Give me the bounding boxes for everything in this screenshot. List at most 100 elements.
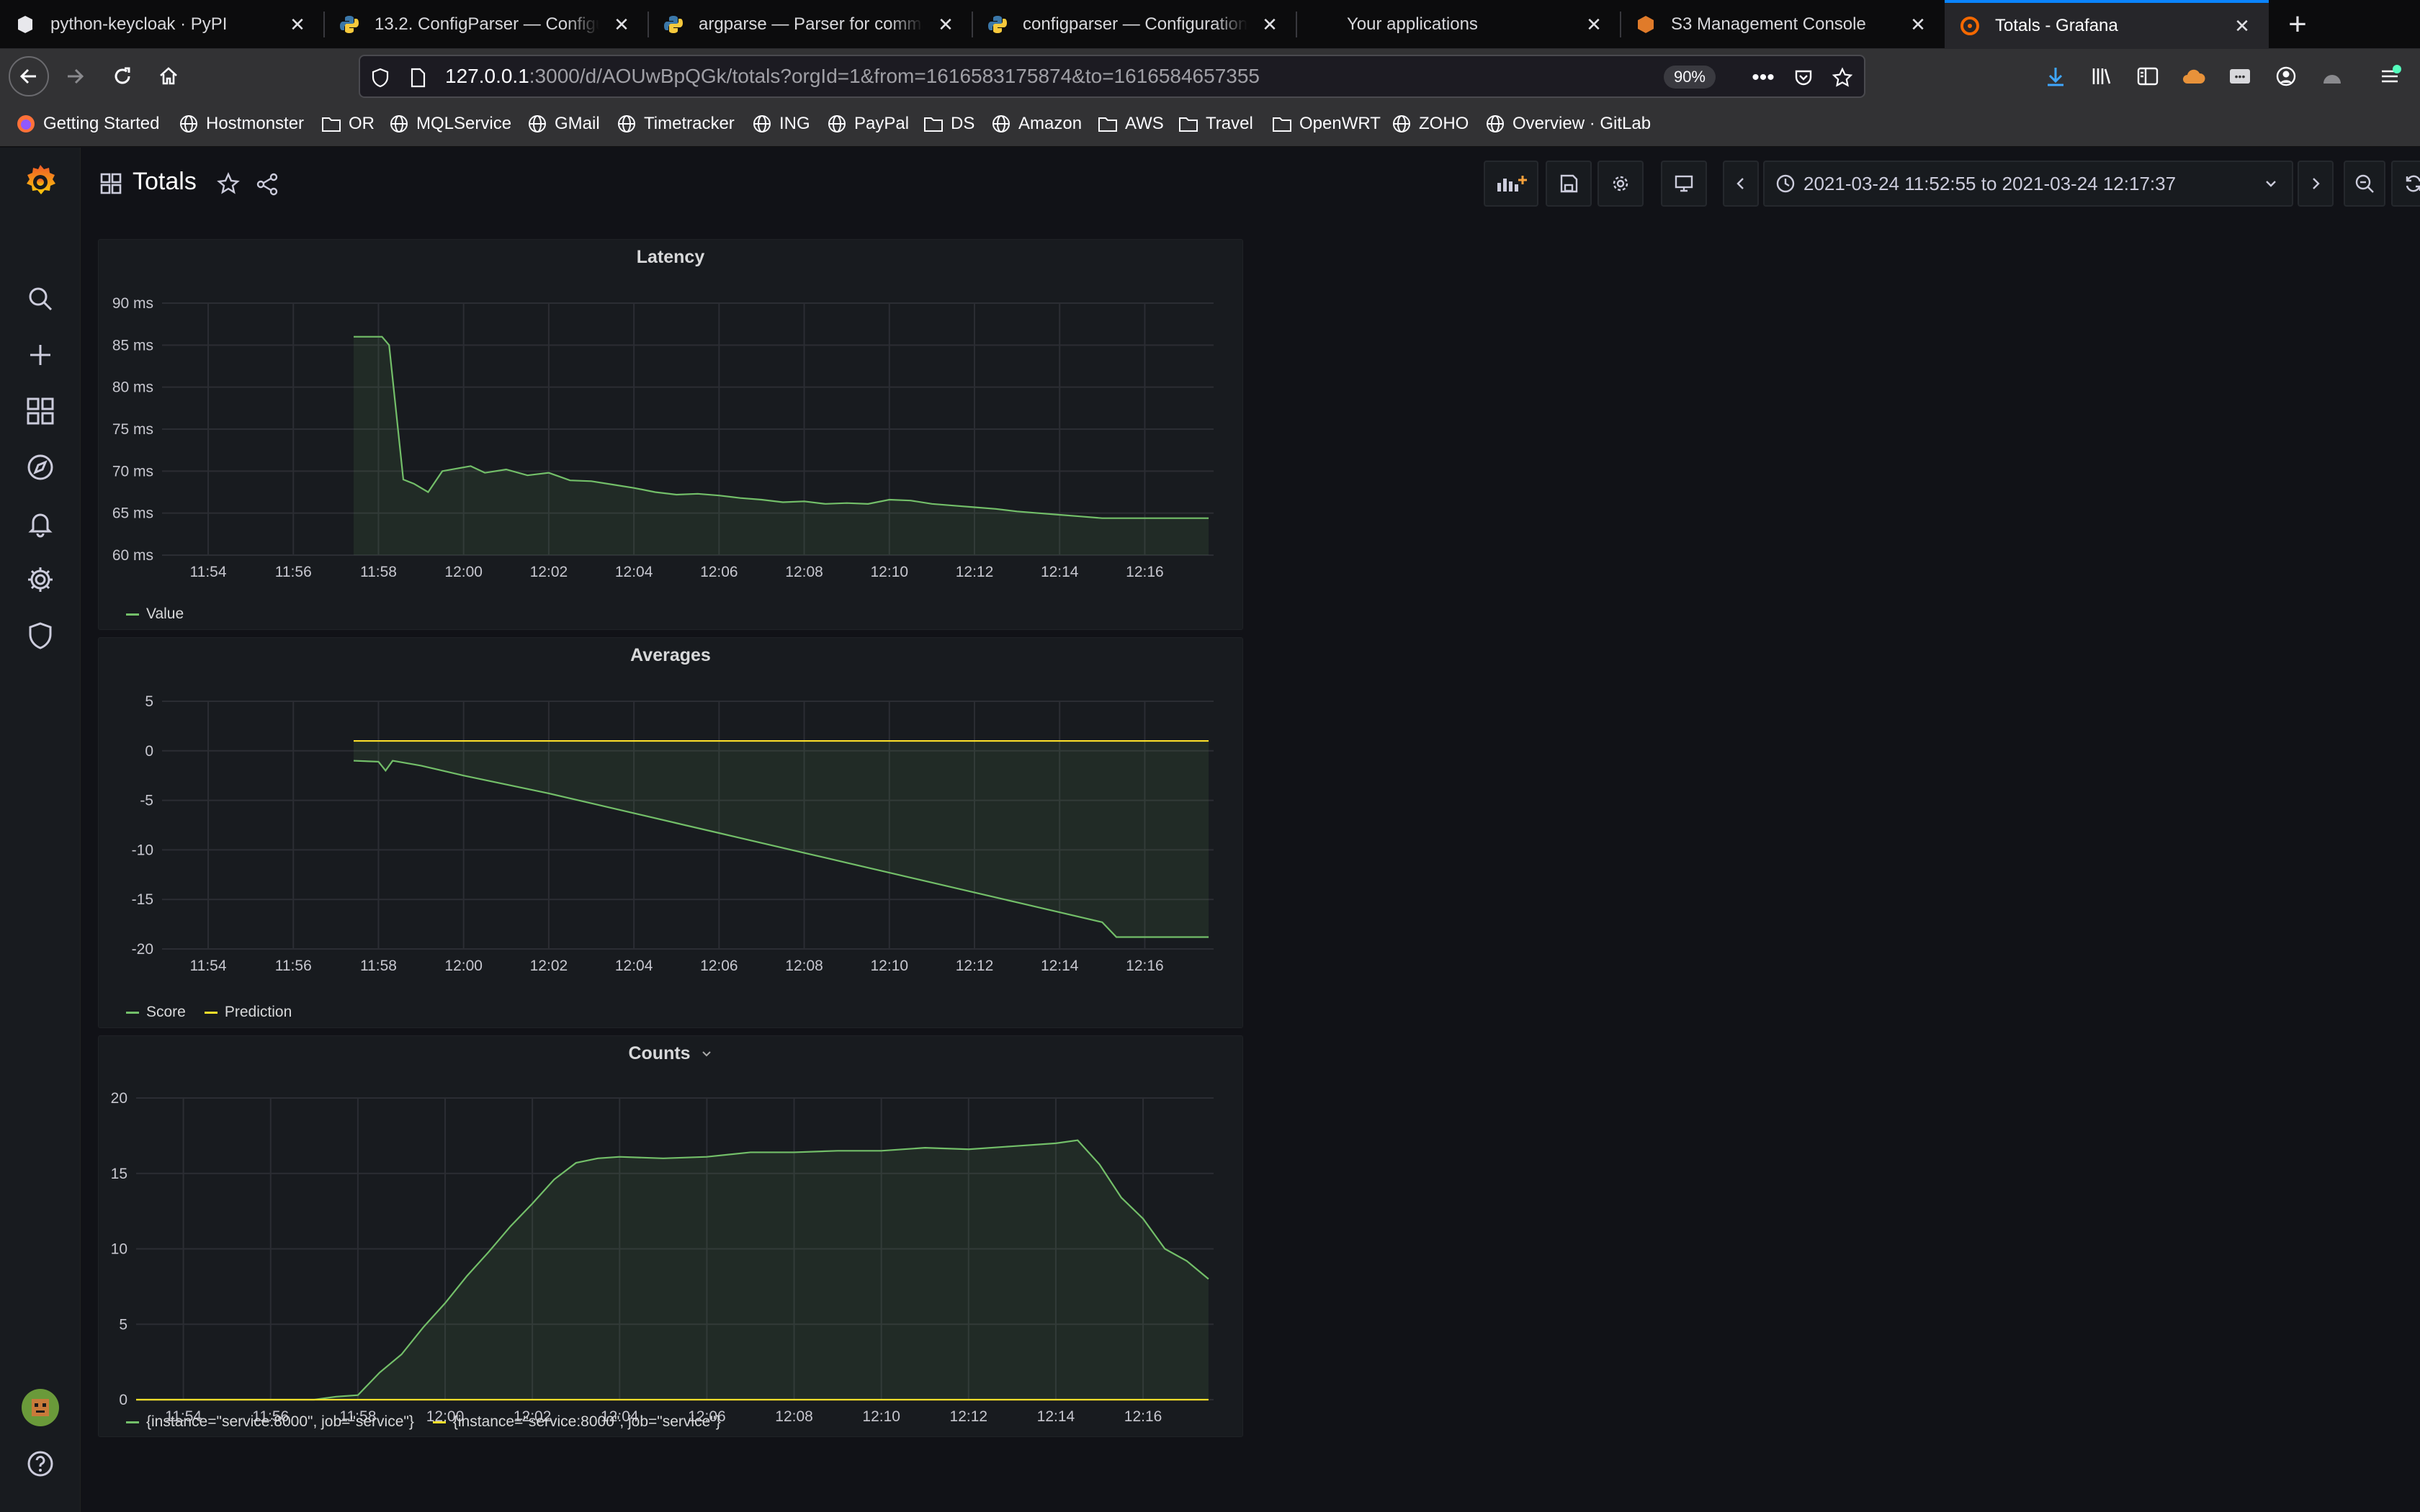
configuration-gear-icon[interactable] bbox=[20, 559, 60, 600]
bookmark-item[interactable]: MQLService bbox=[389, 114, 511, 134]
downloads-button[interactable] bbox=[2035, 56, 2076, 96]
time-range-back-button[interactable] bbox=[1723, 161, 1759, 207]
alerting-bell-icon[interactable] bbox=[20, 503, 60, 544]
bookmark-item[interactable]: OpenWRT bbox=[1272, 114, 1381, 134]
dashboards-grid-icon[interactable] bbox=[20, 391, 60, 431]
more-actions-icon[interactable]: ••• bbox=[1752, 66, 1775, 89]
dashboard-settings-button[interactable] bbox=[1597, 161, 1644, 207]
legend-item[interactable]: {instance="service:8000", job="service"} bbox=[432, 1413, 721, 1431]
help-question-icon[interactable] bbox=[20, 1444, 60, 1484]
bookmark-item[interactable]: AWS bbox=[1098, 114, 1164, 134]
url-bar[interactable]: 127.0.0.1:3000/d/AOUwBpQGk/totals?orgId=… bbox=[359, 55, 1865, 98]
panel-averages[interactable]: Averages 5 0 -5 -10 -15 -20 11:54 11:56 11:58 12:… bbox=[98, 637, 1243, 1028]
globe-icon bbox=[389, 114, 409, 134]
bookmark-item[interactable]: PayPal bbox=[827, 114, 909, 134]
app-menu-button[interactable] bbox=[2370, 56, 2410, 96]
home-button[interactable] bbox=[148, 56, 189, 96]
download-icon bbox=[2048, 68, 2063, 86]
add-panel-button[interactable] bbox=[1484, 161, 1538, 207]
x-tick-label: 12:06 bbox=[700, 564, 738, 580]
refresh-dashboard-button[interactable] bbox=[2391, 161, 2420, 207]
close-tab-icon[interactable]: ✕ bbox=[1258, 12, 1282, 37]
bookmark-item[interactable]: ZOHO bbox=[1392, 114, 1469, 134]
sidebar-toggle-button[interactable] bbox=[2128, 56, 2168, 96]
browser-tab[interactable]: argparse — Parser for command ✕ bbox=[648, 0, 972, 49]
url-text[interactable]: 127.0.0.1:3000/d/AOUwBpQGk/totals?orgId=… bbox=[445, 65, 1260, 88]
back-button[interactable] bbox=[9, 56, 49, 96]
legend-item[interactable]: Prediction bbox=[204, 1004, 292, 1021]
browser-tab[interactable]: python-keycloak · PyPI ✕ bbox=[0, 0, 324, 49]
browser-tab[interactable]: Your applications ✕ bbox=[1296, 0, 1621, 49]
cycle-view-mode-button[interactable] bbox=[1661, 161, 1707, 207]
y-tick-label: 65 ms bbox=[112, 505, 153, 522]
time-range-forward-button[interactable] bbox=[2298, 161, 2334, 207]
close-tab-icon[interactable]: ✕ bbox=[609, 12, 634, 37]
extension-button[interactable] bbox=[2174, 56, 2214, 96]
zoom-out-time-button[interactable] bbox=[2344, 161, 2385, 207]
forward-button[interactable] bbox=[55, 56, 95, 96]
bookmark-item[interactable]: Timetracker bbox=[617, 114, 735, 134]
dashboard-grid-icon[interactable] bbox=[99, 172, 122, 195]
search-icon[interactable] bbox=[20, 279, 60, 319]
grafana-logo[interactable] bbox=[20, 162, 60, 202]
bookmark-item[interactable]: Getting Started bbox=[16, 114, 159, 134]
pocket-icon[interactable] bbox=[1792, 66, 1815, 89]
star-dashboard-icon[interactable] bbox=[216, 172, 241, 197]
user-avatar[interactable] bbox=[20, 1387, 60, 1428]
chart-legend: Value bbox=[126, 606, 202, 623]
legend-item[interactable]: Score bbox=[126, 1004, 186, 1021]
close-tab-icon[interactable]: ✕ bbox=[2230, 14, 2254, 38]
share-dashboard-icon[interactable] bbox=[255, 172, 279, 197]
library-button[interactable] bbox=[2081, 56, 2122, 96]
browser-tab[interactable]: configparser — Configuration file ✕ bbox=[972, 0, 1296, 49]
explore-compass-icon[interactable] bbox=[20, 447, 60, 487]
close-tab-icon[interactable]: ✕ bbox=[1582, 12, 1606, 37]
bookmark-item[interactable]: Hostmonster bbox=[179, 114, 304, 134]
averages-chart[interactable]: 5 0 -5 -10 -15 -20 11:54 11:56 11:58 12:00 12:02 12… bbox=[99, 638, 1244, 1029]
browser-tab[interactable]: S3 Management Console ✕ bbox=[1621, 0, 1945, 49]
bookmark-item[interactable]: DS bbox=[923, 114, 974, 134]
zoom-level-badge[interactable]: 90% bbox=[1663, 66, 1716, 89]
bookmark-item[interactable]: Overview · GitLab bbox=[1485, 114, 1651, 134]
tab-label: python-keycloak · PyPI bbox=[50, 14, 228, 34]
bookmark-item[interactable]: Amazon bbox=[991, 114, 1082, 134]
legend-item[interactable]: Value bbox=[126, 606, 184, 623]
close-tab-icon[interactable]: ✕ bbox=[1906, 12, 1930, 37]
x-tick-label: 12:00 bbox=[444, 958, 483, 974]
save-dashboard-button[interactable] bbox=[1546, 161, 1592, 207]
zoom-out-icon bbox=[2355, 174, 2374, 193]
extension-button-2[interactable]: ••• bbox=[2220, 56, 2260, 96]
x-tick-label: 12:10 bbox=[871, 958, 909, 974]
create-plus-icon[interactable] bbox=[20, 335, 60, 375]
page-info-icon[interactable] bbox=[406, 66, 429, 89]
bookmark-item[interactable]: GMail bbox=[527, 114, 600, 134]
close-tab-icon[interactable]: ✕ bbox=[933, 12, 958, 37]
cloud-extension-icon bbox=[2183, 69, 2205, 84]
dashboard-area: Totals 2021-03-24 11:52:55 to 2021-03-24… bbox=[81, 148, 2420, 1512]
y-tick-label: -5 bbox=[140, 793, 153, 809]
bookmark-label: Hostmonster bbox=[206, 114, 305, 133]
latency-chart[interactable]: 90 ms 85 ms 80 ms 75 ms 70 ms 65 ms 60 ms 11:54… bbox=[99, 240, 1244, 631]
reload-button[interactable] bbox=[102, 56, 143, 96]
counts-chart[interactable]: 2015105011:54 11:56 11:58 12:00 12:02 12:04 12… bbox=[99, 1036, 1244, 1438]
time-range-picker[interactable]: 2021-03-24 11:52:55 to 2021-03-24 12:17:… bbox=[1763, 161, 2293, 207]
legend-item[interactable]: {instance="service:8000", job="service"} bbox=[126, 1413, 414, 1431]
browser-tab[interactable]: 13.2. ConfigParser — Configuration ✕ bbox=[324, 0, 648, 49]
extension-button-3[interactable] bbox=[2312, 56, 2352, 96]
tracking-shield-icon[interactable] bbox=[369, 66, 392, 89]
close-tab-icon[interactable]: ✕ bbox=[285, 12, 310, 37]
bookmark-item[interactable]: ING bbox=[752, 114, 810, 134]
refresh-icon bbox=[2406, 175, 2420, 192]
dashboard-title[interactable]: Totals bbox=[133, 168, 197, 196]
browser-tab[interactable]: Totals - Grafana ✕ bbox=[1945, 0, 2269, 49]
new-tab-button[interactable]: + bbox=[2277, 4, 2318, 45]
panel-latency[interactable]: Latency 90 ms 85 ms 80 ms 75 ms 70 ms 65 ms 60… bbox=[98, 239, 1243, 630]
panel-counts[interactable]: Counts 20 15 10 5 0 11:54 11:56 11:58 12:00 12:02… bbox=[98, 1035, 1243, 1437]
folder-icon bbox=[1178, 114, 1198, 134]
bookmark-star-icon[interactable] bbox=[1831, 66, 1854, 89]
bookmark-item[interactable]: OR bbox=[321, 114, 375, 134]
globe-icon bbox=[1392, 114, 1412, 134]
server-admin-shield-icon[interactable] bbox=[20, 616, 60, 656]
bookmark-item[interactable]: Travel bbox=[1178, 114, 1253, 134]
account-button[interactable] bbox=[2266, 56, 2306, 96]
